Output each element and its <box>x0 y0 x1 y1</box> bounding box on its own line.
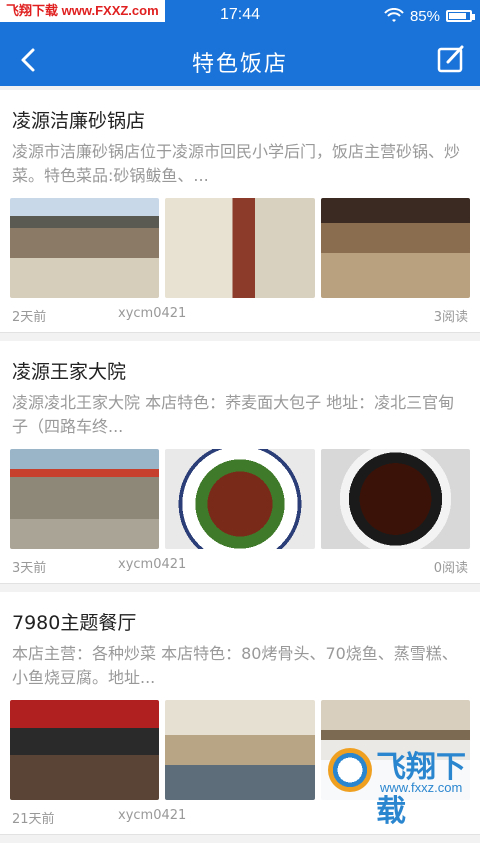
top-nav-bar: 特色饭店 <box>0 32 480 86</box>
status-right: 85% <box>384 6 475 26</box>
battery-icon <box>446 10 475 22</box>
status-bar: 飞翔下载 www.FXXZ.com 17:44 85% <box>0 0 480 32</box>
post-age: 2天前 <box>12 310 47 325</box>
restaurant-card[interactable]: 凌源洁廉砂锅店 凌源市洁廉砂锅店位于凌源市回民小学后门，饭店主营砂锅、炒菜。特色… <box>0 90 480 333</box>
watermark-badge: 飞翔下载 www.fxxz.com <box>320 740 480 829</box>
edit-icon[interactable] <box>434 42 468 76</box>
battery-percent: 85% <box>409 7 440 25</box>
restaurant-desc: 本店主营：各种炒菜 本店特色：80烤骨头、70烧鱼、蒸雪糕、小鱼烧豆腐。地址..… <box>12 644 458 687</box>
read-count: 3阅读 <box>433 310 468 325</box>
post-author: xycm0421 <box>118 557 187 572</box>
restaurant-card[interactable]: 凌源王家大院 凌源凌北王家大院 本店特色：荞麦面大包子 地址：凌北三官甸子（四路… <box>0 341 480 584</box>
watermark-small: www.fxxz.com <box>380 780 463 795</box>
wifi-icon <box>384 8 404 22</box>
restaurant-photo[interactable] <box>10 449 160 549</box>
read-count: 0阅读 <box>433 561 468 576</box>
restaurant-photo[interactable] <box>320 449 470 549</box>
post-age: 21天前 <box>12 812 55 827</box>
post-author: xycm0421 <box>118 306 187 321</box>
restaurant-photo[interactable] <box>165 449 315 549</box>
restaurant-desc: 凌源凌北王家大院 本店特色：荞麦面大包子 地址：凌北三官甸子（四路车终... <box>12 393 455 436</box>
post-author: xycm0421 <box>118 808 187 823</box>
photo-row <box>0 188 480 298</box>
photo-row <box>0 439 480 549</box>
restaurant-list: 凌源洁廉砂锅店 凌源市洁廉砂锅店位于凌源市回民小学后门，饭店主营砂锅、炒菜。特色… <box>0 90 480 843</box>
restaurant-photo[interactable] <box>10 198 160 298</box>
page-title: 特色饭店 <box>191 52 288 77</box>
battery-fill <box>449 13 466 19</box>
restaurant-name[interactable]: 凌源洁廉砂锅店 <box>0 90 480 136</box>
restaurant-photo[interactable] <box>10 700 160 800</box>
restaurant-photo[interactable] <box>165 700 315 800</box>
logo-icon <box>328 748 372 792</box>
post-meta: 2天前 xycm0421 3阅读 <box>0 298 480 332</box>
restaurant-desc: 凌源市洁廉砂锅店位于凌源市回民小学后门，饭店主营砂锅、炒菜。特色菜品:砂锅鲅鱼、… <box>12 142 461 185</box>
restaurant-name[interactable]: 凌源王家大院 <box>0 341 480 387</box>
restaurant-photo[interactable] <box>320 198 470 298</box>
post-meta: 3天前 xycm0421 0阅读 <box>0 549 480 583</box>
post-age: 3天前 <box>12 561 47 576</box>
restaurant-photo[interactable] <box>165 198 315 298</box>
restaurant-name[interactable]: 7980主题餐厅 <box>0 592 480 638</box>
